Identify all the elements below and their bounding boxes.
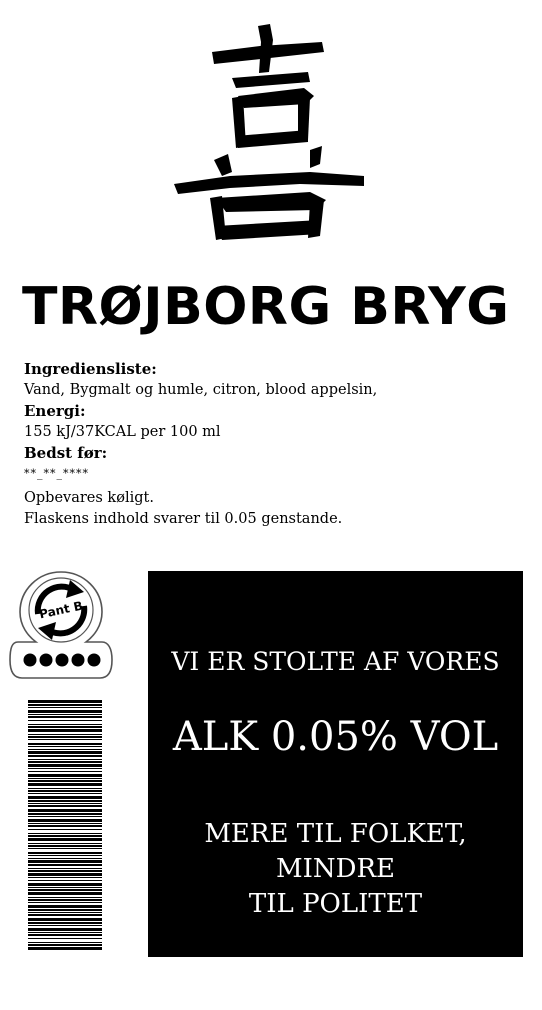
barcode-bar [28, 805, 102, 807]
barcode-bar [28, 925, 102, 926]
barcode-bar [28, 803, 102, 804]
barcode-bar [28, 947, 102, 950]
barcode-bar [28, 809, 102, 812]
barcode-bar [28, 749, 102, 750]
barcode-bar [28, 829, 102, 830]
barcode-bar [28, 704, 102, 706]
barcode-bar [28, 909, 102, 911]
barcode-bar [28, 938, 102, 939]
barcode-bar [28, 819, 102, 822]
barcode-bar [28, 873, 102, 876]
best-before-heading: Bedst før: [24, 444, 108, 462]
kanji-logo-icon [174, 24, 364, 240]
barcode-bar [28, 700, 102, 703]
barcode-bar [28, 816, 102, 817]
barcode-bar [28, 914, 102, 916]
barcode-icon [28, 700, 102, 950]
brand-name: TRØJBORG BRYG [22, 277, 510, 337]
energy-heading: Energi: [24, 402, 86, 420]
barcode-bar [28, 889, 102, 891]
barcode-bar [28, 902, 102, 903]
barcode-bar [28, 710, 102, 713]
barcode-bar [28, 743, 102, 745]
barcode-bar [28, 714, 102, 715]
barcode-bar [28, 928, 102, 931]
barcode-bar [28, 877, 102, 878]
contents-text: Flaskens indhold svarer til 0.05 genstan… [24, 511, 343, 527]
barcode-bar [28, 764, 102, 767]
ingredients-text: Vand, Bygmalt og humle, citron, blood ap… [24, 382, 378, 398]
barcode-bar [28, 707, 102, 708]
barcode-bar [28, 912, 102, 913]
panel-line-alcohol: ALK 0.05% VOL [172, 714, 499, 760]
barcode-bar [28, 944, 102, 946]
barcode-bar [28, 734, 102, 735]
barcode-bar [28, 774, 102, 777]
barcode-bar [28, 724, 102, 725]
barcode-bar [28, 768, 102, 769]
barcode-bar [28, 934, 102, 936]
barcode-bar [28, 751, 102, 754]
alcohol-panel: VI ER STOLTE AF VORES ALK 0.05% VOL MERE… [148, 571, 523, 957]
barcode-bar [28, 778, 102, 779]
barcode-bar [28, 858, 102, 859]
barcode-bar [28, 720, 102, 721]
barcode-bar [28, 746, 102, 747]
barcode-bar [28, 716, 102, 718]
barcode-bar [28, 771, 102, 772]
barcode-bar [28, 823, 102, 824]
barcode-bar [28, 761, 102, 763]
energy-text: 155 kJ/37KCAL per 100 ml [24, 424, 221, 440]
barcode-bar [28, 883, 102, 886]
storage-text: Opbevares køligt. [24, 490, 154, 506]
barcode-bar [28, 759, 102, 760]
barcode-bar [28, 870, 102, 872]
barcode-bar [28, 788, 102, 789]
barcode-bar [28, 855, 102, 856]
barcode-bar [28, 887, 102, 888]
barcode-bar [28, 796, 102, 799]
barcode-bar [28, 922, 102, 924]
barcode-bar [28, 726, 102, 728]
barcode-bar [28, 780, 102, 782]
barcode-bar [28, 852, 102, 854]
barcode-bar [28, 918, 102, 921]
barcode-bar [28, 736, 102, 738]
barcode-bar [28, 845, 102, 847]
barcode-bar [28, 813, 102, 815]
barcode-bar [28, 848, 102, 849]
barcode-bar [28, 790, 102, 792]
best-before-date: **_**_**** [24, 467, 89, 480]
barcode-bar [28, 880, 102, 881]
barcode-bar [28, 932, 102, 933]
ingredients-heading: Ingrediensliste: [24, 360, 157, 378]
barcode-bar [28, 860, 102, 863]
barcode-bar [28, 793, 102, 794]
barcode-bar [28, 755, 102, 757]
barcode-bar [28, 897, 102, 898]
barcode-bar [28, 729, 102, 732]
panel-line-slogan: MERE TIL FOLKET, MINDRE TIL POLITET [204, 819, 467, 919]
barcode-bar [28, 892, 102, 895]
barcode-bar [28, 942, 102, 943]
barcode-bar [28, 838, 102, 841]
barcode-bar [28, 905, 102, 908]
barcode-bar [28, 868, 102, 869]
barcode-bar [28, 825, 102, 827]
barcode-bar [28, 783, 102, 786]
panel-line-pride: VI ER STOLTE AF VORES [171, 647, 500, 676]
product-info: Ingrediensliste: Vand, Bygmalt og humle,… [24, 359, 524, 530]
barcode-bar [28, 835, 102, 837]
recycle-deposit-icon: Pant B [9, 571, 113, 679]
barcode-bar [28, 864, 102, 866]
barcode-bar [28, 800, 102, 802]
barcode-bar [28, 833, 102, 834]
barcode-bar [28, 739, 102, 740]
barcode-bar [28, 843, 102, 844]
barcode-bar [28, 899, 102, 901]
